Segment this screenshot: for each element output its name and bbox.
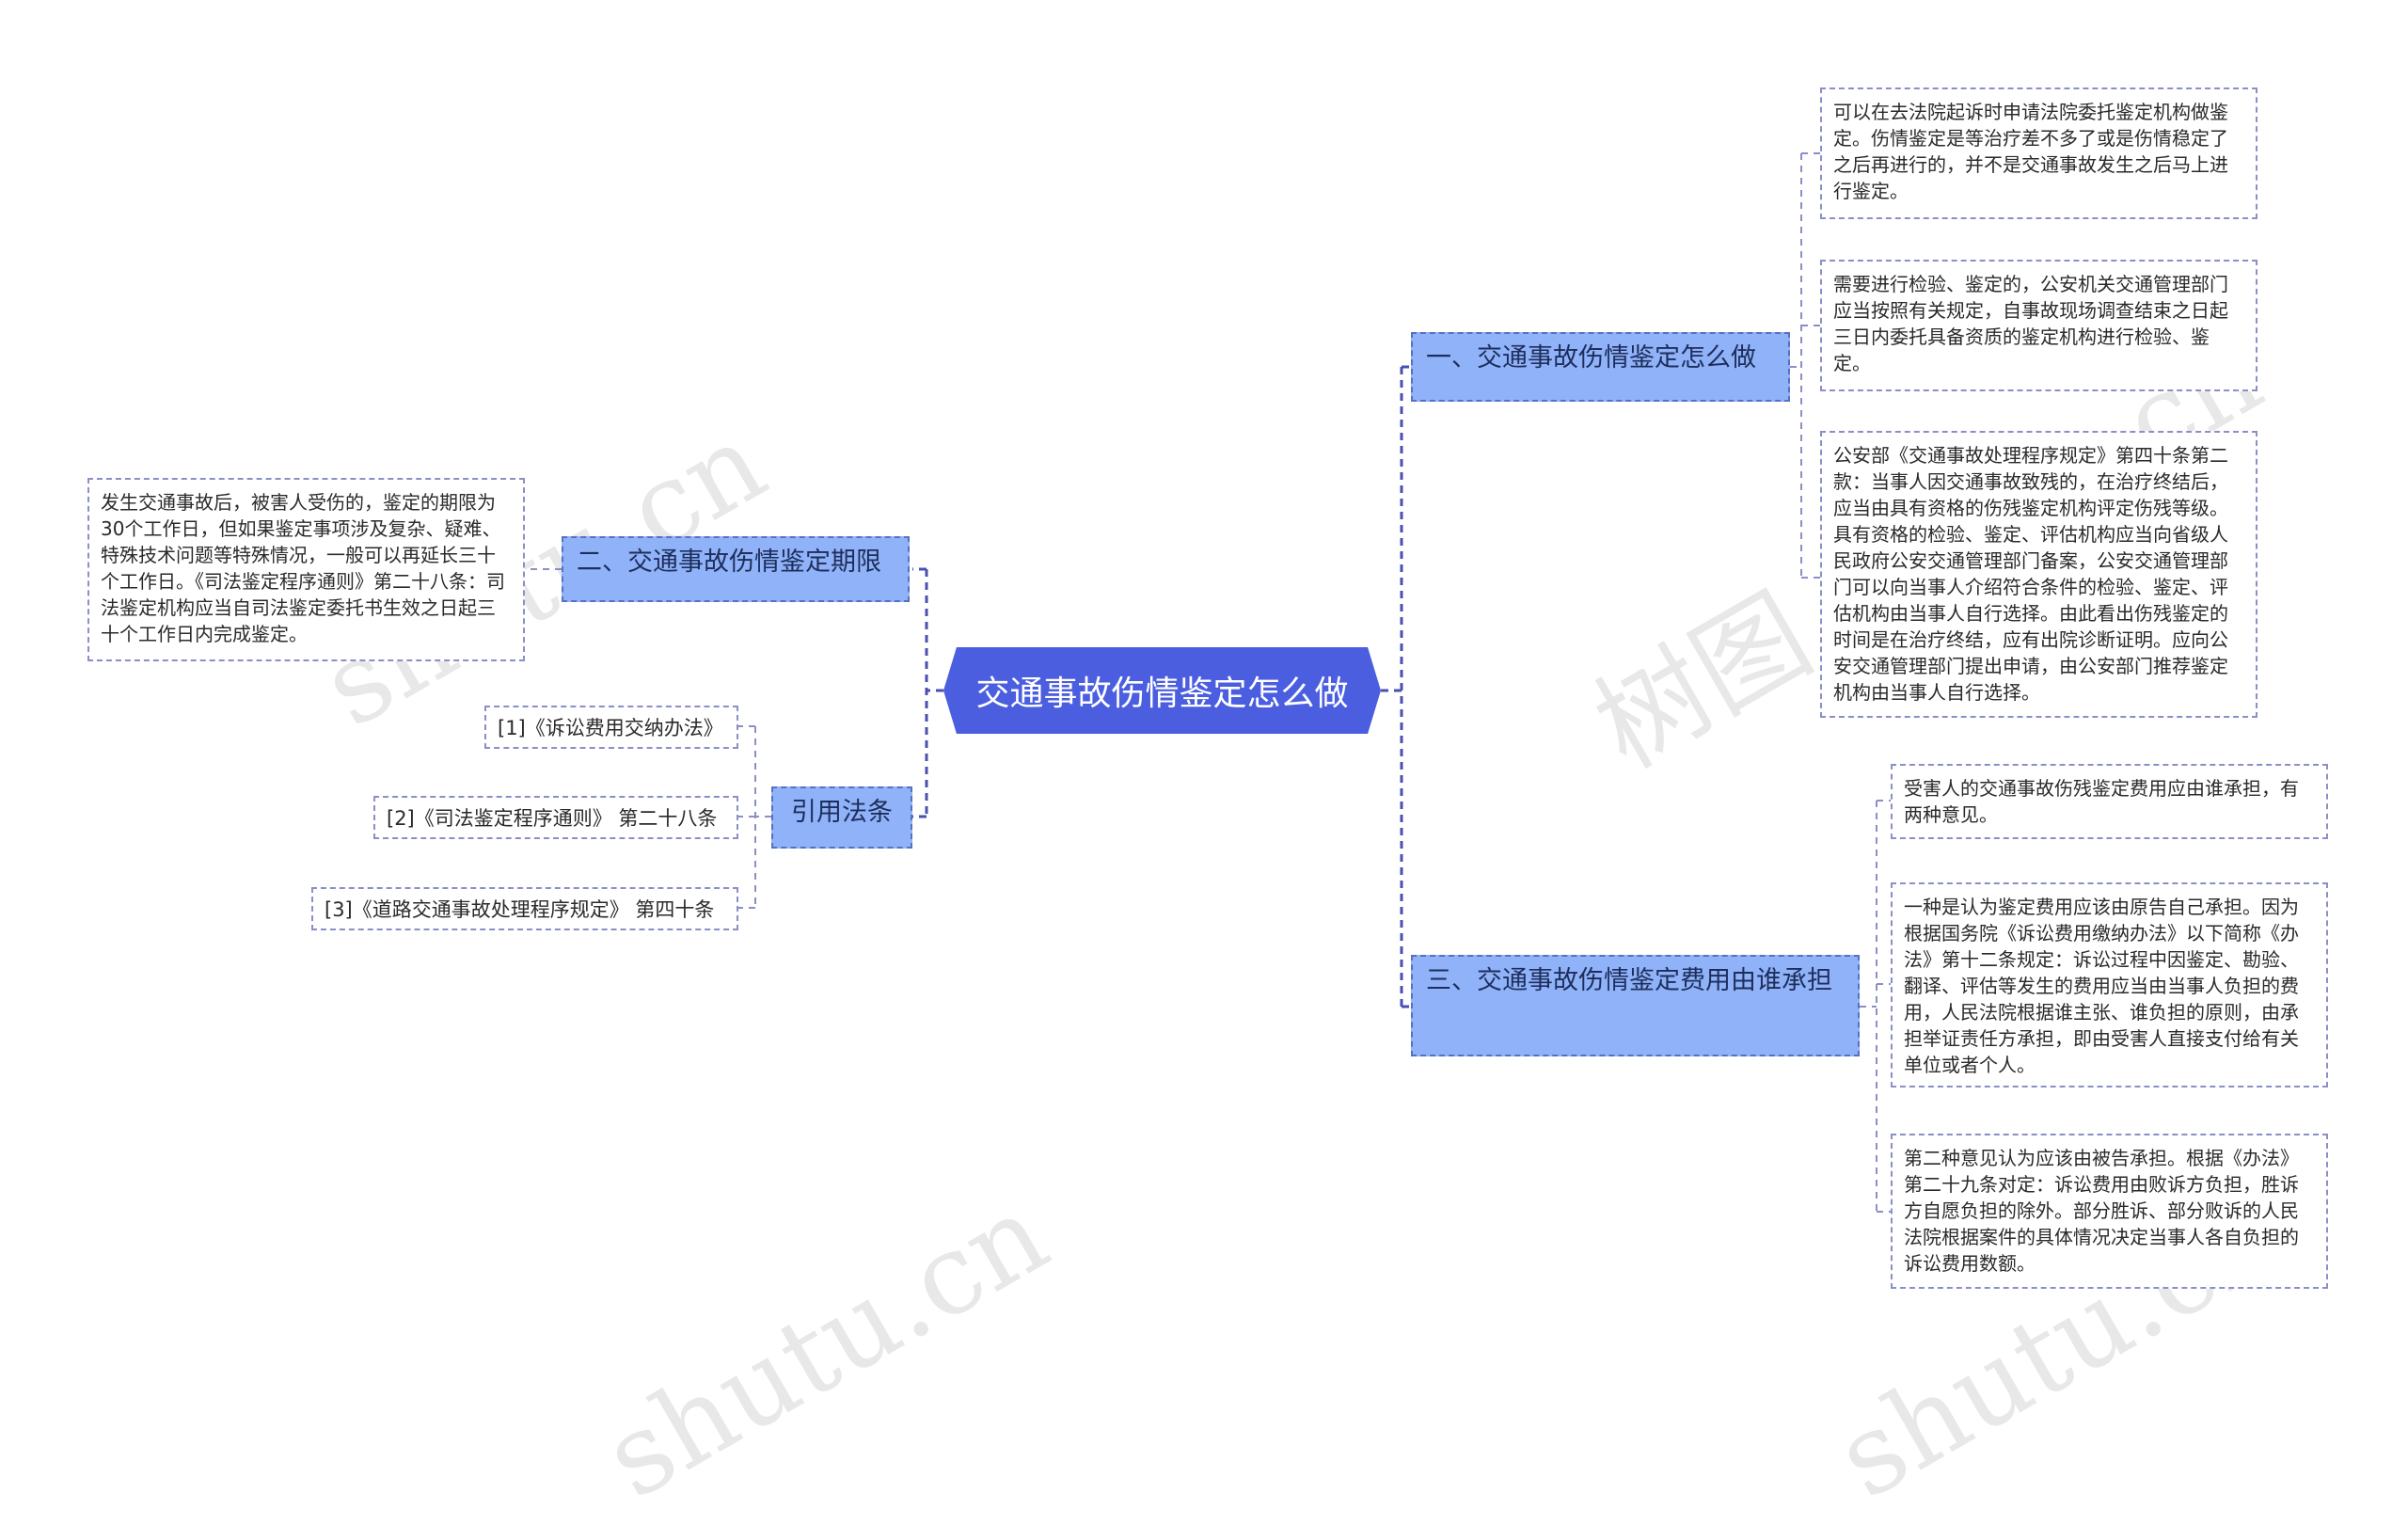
- branch-label: 引用法条: [791, 798, 893, 827]
- reference-item[interactable]: [3]《道路交通事故处理程序规定》 第四十条: [311, 887, 738, 930]
- branch-node-identification-method[interactable]: 一、交通事故伤情鉴定怎么做: [1411, 332, 1790, 402]
- mind-map-canvas: shutu.cn 树图 shutu.cn shutu.cn shutu.cn: [0, 0, 2408, 1524]
- reference-text: [3]《道路交通事故处理程序规定》 第四十条: [325, 898, 715, 921]
- leaf-node[interactable]: 受害人的交通事故伤残鉴定费用应由谁承担，有两种意见。: [1891, 764, 2328, 839]
- root-label: 交通事故伤情鉴定怎么做: [975, 675, 1349, 713]
- branch-label: 二、交通事故伤情鉴定期限: [577, 548, 881, 577]
- leaf-text: 需要进行检验、鉴定的，公安机关交通管理部门应当按照有关规定，自事故现场调查结束之…: [1833, 273, 2228, 374]
- leaf-node[interactable]: 公安部《交通事故处理程序规定》第四十条第二款：当事人因交通事故致残的，在治疗终结…: [1820, 431, 2258, 718]
- leaf-node[interactable]: 第二种意见认为应该由被告承担。根据《办法》第二十九条对定：诉讼费用由败诉方负担，…: [1891, 1134, 2328, 1289]
- branch-node-cost-bearer[interactable]: 三、交通事故伤情鉴定费用由谁承担: [1411, 955, 1860, 1056]
- branch-node-cited-laws[interactable]: 引用法条: [771, 786, 912, 849]
- branch-label: 一、交通事故伤情鉴定怎么做: [1426, 343, 1756, 373]
- leaf-text: 发生交通事故后，被害人受伤的，鉴定的期限为30个工作日，但如果鉴定事项涉及复杂、…: [101, 491, 505, 645]
- leaf-text: 受害人的交通事故伤残鉴定费用应由谁承担，有两种意见。: [1904, 777, 2299, 826]
- branch-node-deadline[interactable]: 二、交通事故伤情鉴定期限: [562, 536, 910, 602]
- leaf-text: 公安部《交通事故处理程序规定》第四十条第二款：当事人因交通事故致残的，在治疗终结…: [1833, 444, 2228, 704]
- leaf-text: 一种是认为鉴定费用应该由原告自己承担。因为根据国务院《诉讼费用缴纳办法》以下简称…: [1904, 896, 2299, 1076]
- leaf-node[interactable]: 发生交通事故后，被害人受伤的，鉴定的期限为30个工作日，但如果鉴定事项涉及复杂、…: [87, 478, 525, 661]
- reference-item[interactable]: [2]《司法鉴定程序通则》 第二十八条: [373, 796, 738, 839]
- leaf-node[interactable]: 需要进行检验、鉴定的，公安机关交通管理部门应当按照有关规定，自事故现场调查结束之…: [1820, 260, 2258, 391]
- reference-item[interactable]: [1]《诉讼费用交纳办法》: [484, 706, 738, 749]
- leaf-text: 第二种意见认为应该由被告承担。根据《办法》第二十九条对定：诉讼费用由败诉方负担，…: [1904, 1147, 2299, 1275]
- branch-label: 三、交通事故伤情鉴定费用由谁承担: [1426, 966, 1832, 995]
- leaf-text: 可以在去法院起诉时申请法院委托鉴定机构做鉴定。伤情鉴定是等治疗差不多了或是伤情稳…: [1833, 101, 2228, 202]
- leaf-node[interactable]: 可以在去法院起诉时申请法院委托鉴定机构做鉴定。伤情鉴定是等治疗差不多了或是伤情稳…: [1820, 87, 2258, 219]
- root-node[interactable]: 交通事故伤情鉴定怎么做: [943, 647, 1381, 734]
- reference-text: [2]《司法鉴定程序通则》 第二十八条: [387, 807, 718, 830]
- leaf-node[interactable]: 一种是认为鉴定费用应该由原告自己承担。因为根据国务院《诉讼费用缴纳办法》以下简称…: [1891, 882, 2328, 1087]
- reference-text: [1]《诉讼费用交纳办法》: [498, 717, 723, 739]
